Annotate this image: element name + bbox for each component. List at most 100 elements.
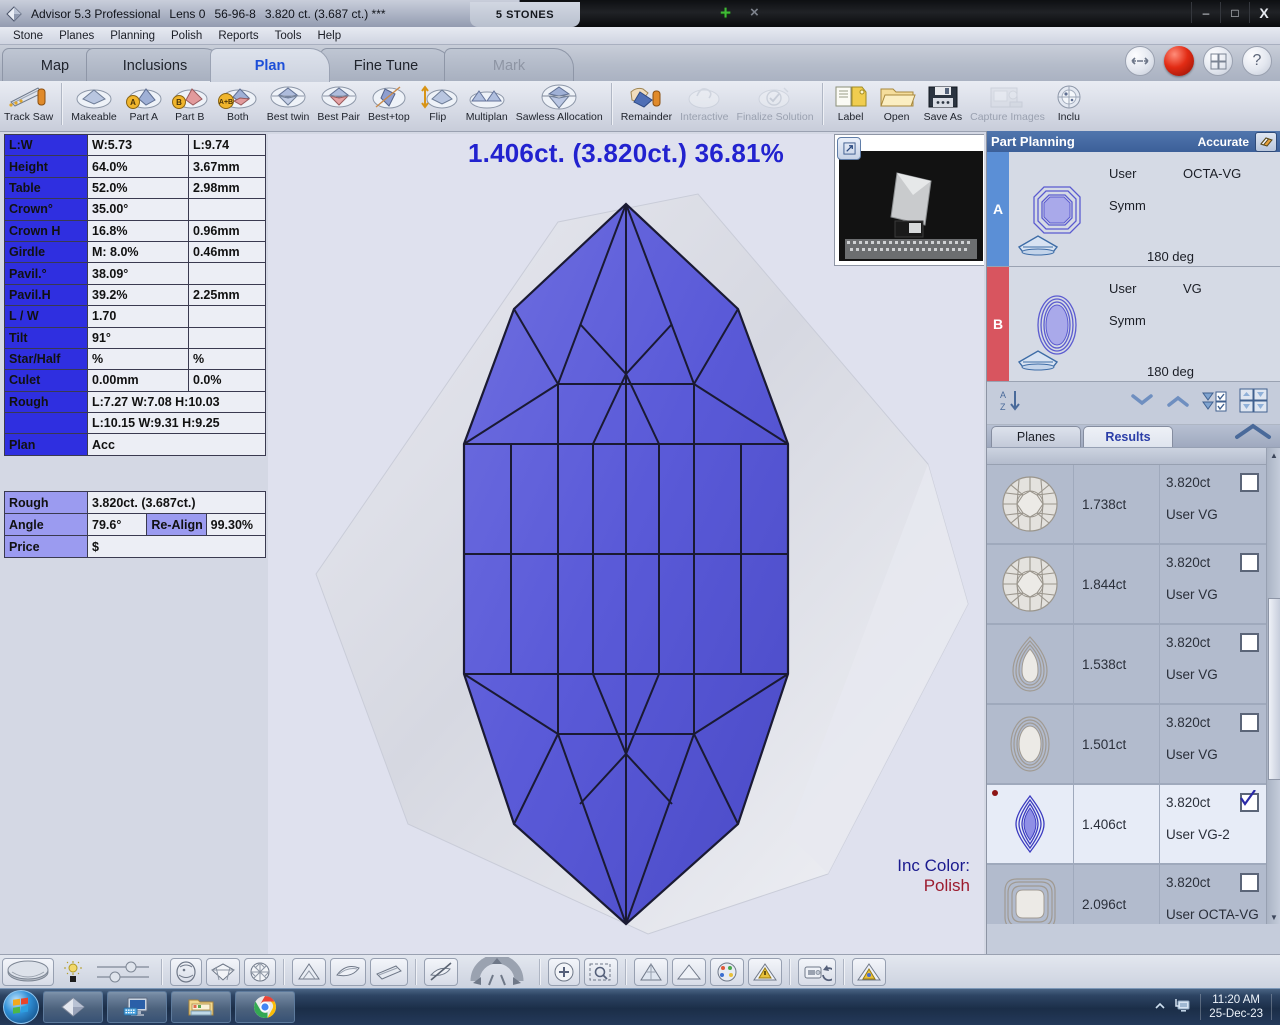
mouse-pointer-3d-icon[interactable] — [2, 958, 54, 986]
price-value[interactable]: $ — [88, 536, 266, 558]
toolbar-button-best-top[interactable]: Best+top — [364, 81, 414, 129]
brightness-icon[interactable] — [58, 958, 88, 986]
panel-collapse-icon[interactable] — [1233, 423, 1273, 446]
menu-item-tools[interactable]: Tools — [267, 30, 310, 42]
menu-item-polish[interactable]: Polish — [163, 30, 210, 42]
scroll-down-icon[interactable]: ▼ — [1269, 912, 1279, 922]
result-row[interactable]: 2.096ct3.820ctUser OCTA-VG — [987, 865, 1280, 924]
show-hidden-icons-icon[interactable] — [1154, 998, 1166, 1016]
taskbar-clock[interactable]: 11:20 AM 25-Dec-23 — [1209, 993, 1263, 1021]
toolbar-button-part-b[interactable]: BPart B — [167, 81, 213, 129]
realign-label[interactable]: Re-Align — [147, 514, 206, 536]
toolbar-button-inclu[interactable]: Inclu — [1049, 81, 1089, 129]
crown-view-icon[interactable] — [292, 958, 326, 986]
stone-photo-inset[interactable] — [834, 134, 984, 266]
result-row[interactable]: 1.738ct3.820ctUser VG — [987, 465, 1280, 545]
result-checkbox[interactable] — [1240, 553, 1259, 572]
part-planning-row-b[interactable]: BUserVGSymm180 deg — [987, 267, 1280, 382]
taskbar-diamond-app[interactable] — [43, 991, 103, 1023]
toolbar-button-remainder[interactable]: Remainder — [617, 81, 676, 129]
toolbar-button-best-pair[interactable]: Best Pair — [313, 81, 364, 129]
toolbar-button-open[interactable]: Open — [874, 81, 920, 129]
flat-view-icon[interactable] — [672, 958, 706, 986]
document-tab[interactable]: 5 STONES — [470, 2, 580, 27]
scrollbar-thumb[interactable] — [1268, 598, 1280, 780]
results-list[interactable]: 1.738ct3.820ctUser VG1.844ct3.820ctUser … — [987, 447, 1280, 924]
taskbar-chrome[interactable] — [235, 991, 295, 1023]
red-sphere-icon[interactable] — [1164, 46, 1194, 76]
tab-planes[interactable]: Planes — [991, 426, 1081, 447]
perspective-icon[interactable] — [634, 958, 668, 986]
round-brilliant-icon[interactable] — [987, 465, 1074, 543]
result-row[interactable]: 1.844ct3.820ctUser VG — [987, 545, 1280, 625]
menu-item-reports[interactable]: Reports — [210, 30, 266, 42]
sort-az-icon[interactable]: AZ — [999, 388, 1025, 419]
toolbar-button-part-a[interactable]: APart A — [121, 81, 167, 129]
tab-results[interactable]: Results — [1083, 426, 1173, 447]
close-tab-button[interactable]: × — [750, 5, 759, 20]
tab-plan[interactable]: Plan — [210, 48, 330, 82]
result-checkbox[interactable] — [1240, 473, 1259, 492]
toolbar-button-save-as[interactable]: Save As — [920, 81, 967, 129]
collapse-up-icon[interactable] — [1165, 393, 1191, 414]
warning-triangle-icon[interactable] — [748, 958, 782, 986]
toolbar-button-both[interactable]: A+BBoth — [213, 81, 263, 129]
toolbar-button-multiplan[interactable]: Multiplan — [462, 81, 512, 129]
help-icon[interactable]: ? — [1242, 46, 1272, 76]
result-checkbox[interactable] — [1240, 873, 1259, 892]
result-checkbox[interactable] — [1240, 633, 1259, 652]
result-row[interactable]: 1.406ct3.820ctUser VG-2 — [987, 785, 1280, 865]
menu-item-planning[interactable]: Planning — [102, 30, 163, 42]
menu-item-stone[interactable]: Stone — [5, 30, 51, 42]
inclusion-view-icon[interactable] — [170, 958, 202, 986]
tab-mark[interactable]: Mark — [444, 48, 574, 82]
menu-item-help[interactable]: Help — [309, 30, 349, 42]
diamond-view-icon[interactable] — [206, 958, 240, 986]
toolbar-button-makeable[interactable]: Makeable — [67, 81, 121, 129]
rotate-camera-icon[interactable] — [798, 958, 836, 986]
round-brilliant-icon[interactable] — [987, 545, 1074, 623]
oval-icon[interactable] — [987, 705, 1074, 783]
color-palette-icon[interactable] — [710, 958, 744, 986]
check-filter-icon[interactable] — [1201, 389, 1229, 418]
facet-view-icon[interactable] — [244, 958, 276, 986]
cushion-icon[interactable] — [987, 865, 1074, 924]
eraser-icon[interactable] — [1255, 132, 1277, 152]
result-checkbox[interactable] — [1240, 793, 1259, 812]
menu-item-planes[interactable]: Planes — [51, 30, 102, 42]
toolbar-button-label[interactable]: Label — [828, 81, 874, 129]
toolbar-button-track-saw[interactable]: Track Saw — [0, 81, 57, 129]
network-icon[interactable] — [1174, 997, 1192, 1018]
close-button[interactable]: X — [1249, 2, 1278, 23]
tab-inclusions[interactable]: Inclusions — [86, 48, 224, 82]
stone-3d-viewport[interactable]: 1.406ct. (3.820ct.) 36.81% — [268, 134, 984, 954]
toolbar-button-best-twin[interactable]: Best twin — [263, 81, 314, 129]
rotate-pad-icon[interactable] — [462, 958, 532, 986]
result-row[interactable]: 1.538ct3.820ctUser VG — [987, 625, 1280, 705]
minimize-button[interactable]: – — [1191, 2, 1220, 23]
tab-fine-tune[interactable]: Fine Tune — [320, 48, 452, 82]
collapse-down-icon[interactable] — [1129, 393, 1155, 414]
taskbar-explorer[interactable] — [171, 991, 231, 1023]
result-checkbox[interactable] — [1240, 713, 1259, 732]
part-planning-row-a[interactable]: AUserOCTA-VGSymm180 deg — [987, 152, 1280, 267]
scroll-up-icon[interactable]: ▲ — [1269, 450, 1279, 460]
pavilion-shape-icon[interactable] — [1015, 348, 1061, 377]
add-tab-button[interactable]: + — [720, 4, 731, 23]
marquise-icon[interactable] — [987, 785, 1074, 863]
pavilion-view-icon[interactable] — [330, 958, 366, 986]
toolbar-button-sawless-allocation[interactable]: Sawless Allocation — [512, 81, 607, 129]
left-right-arrow-icon[interactable] — [1125, 46, 1155, 76]
zoom-region-icon[interactable] — [584, 958, 618, 986]
grid-filter-icon[interactable] — [1239, 388, 1269, 419]
taskbar-computer[interactable] — [107, 991, 167, 1023]
expand-photo-icon[interactable] — [837, 137, 861, 160]
cutaway-icon[interactable] — [424, 958, 458, 986]
start-orb-icon[interactable] — [3, 990, 39, 1024]
toolbar-button-flip[interactable]: Flip — [414, 81, 462, 129]
grid-view-icon[interactable] — [1203, 46, 1233, 76]
results-scrollbar[interactable]: ▲ ▼ — [1266, 448, 1280, 924]
slider-icon[interactable] — [92, 958, 154, 986]
result-row[interactable]: 1.501ct3.820ctUser VG — [987, 705, 1280, 785]
zoom-in-icon[interactable] — [548, 958, 580, 986]
